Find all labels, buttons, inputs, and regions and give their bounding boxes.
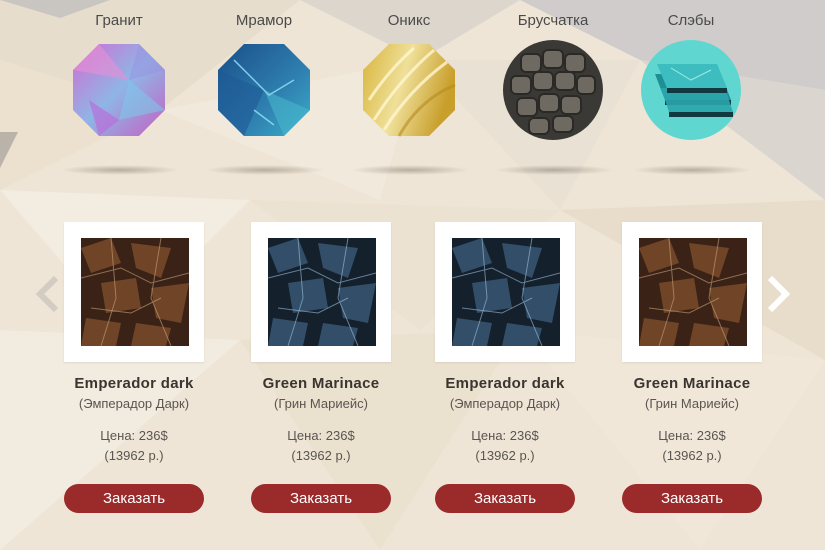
product-name: Green Marinace [262, 375, 380, 392]
product-subtitle: (Эмперадор Дарк) [449, 396, 561, 411]
category-shadow [205, 165, 325, 175]
category-paving[interactable]: Брусчатка [498, 10, 608, 140]
category-shadow [494, 165, 614, 175]
product-subtitle: (Грин Мариейс) [274, 396, 368, 411]
product-name: Emperador dark [445, 375, 565, 392]
product-image[interactable] [251, 222, 391, 362]
product-price: Цена: 236$ [100, 428, 168, 443]
product-name: Emperador dark [74, 375, 194, 392]
chevron-right-icon [767, 275, 791, 313]
product-image[interactable] [64, 222, 204, 362]
product-price-rub: (13962 р.) [104, 448, 164, 463]
category-label: Оникс [387, 12, 431, 29]
category-label: Брусчатка [517, 12, 589, 29]
category-label: Слэбы [667, 12, 715, 29]
product-name: Green Marinace [633, 375, 751, 392]
product-card: Green Marinace (Грин Мариейс) Цена: 236$… [246, 222, 396, 513]
product-card: Green Marinace (Грин Мариейс) Цена: 236$… [617, 222, 767, 513]
category-label: Гранит [95, 12, 143, 29]
product-price-rub: (13962 р.) [662, 448, 722, 463]
product-image[interactable] [622, 222, 762, 362]
product-price: Цена: 236$ [471, 428, 539, 443]
marble-stone-icon[interactable] [214, 40, 314, 140]
order-button[interactable]: Заказать [64, 484, 204, 513]
chevron-left-icon [35, 275, 59, 313]
granite-stone-icon[interactable] [69, 40, 169, 140]
product-card: Emperador dark (Эмперадор Дарк) Цена: 23… [430, 222, 580, 513]
slabs-icon[interactable] [641, 40, 741, 140]
product-price: Цена: 236$ [658, 428, 726, 443]
carousel-next-button[interactable] [764, 274, 794, 314]
category-slabs[interactable]: Слэбы [636, 10, 746, 140]
category-shadow [632, 165, 752, 175]
product-price: Цена: 236$ [287, 428, 355, 443]
product-image[interactable] [435, 222, 575, 362]
paving-stone-icon[interactable] [503, 40, 603, 140]
category-label: Мрамор [235, 12, 293, 29]
onyx-stone-icon[interactable] [359, 40, 459, 140]
order-button[interactable]: Заказать [435, 484, 575, 513]
order-button[interactable]: Заказать [622, 484, 762, 513]
category-shadow [350, 165, 470, 175]
category-marble[interactable]: Мрамор [209, 10, 319, 140]
category-onyx[interactable]: Оникс [354, 10, 464, 140]
category-shadow [60, 165, 180, 175]
product-price-rub: (13962 р.) [475, 448, 535, 463]
product-subtitle: (Грин Мариейс) [645, 396, 739, 411]
product-subtitle: (Эмперадор Дарк) [78, 396, 190, 411]
product-price-rub: (13962 р.) [291, 448, 351, 463]
product-card: Emperador dark (Эмперадор Дарк) Цена: 23… [59, 222, 209, 513]
order-button[interactable]: Заказать [251, 484, 391, 513]
category-granite[interactable]: Гранит [64, 10, 174, 140]
carousel-prev-button[interactable] [32, 274, 62, 314]
